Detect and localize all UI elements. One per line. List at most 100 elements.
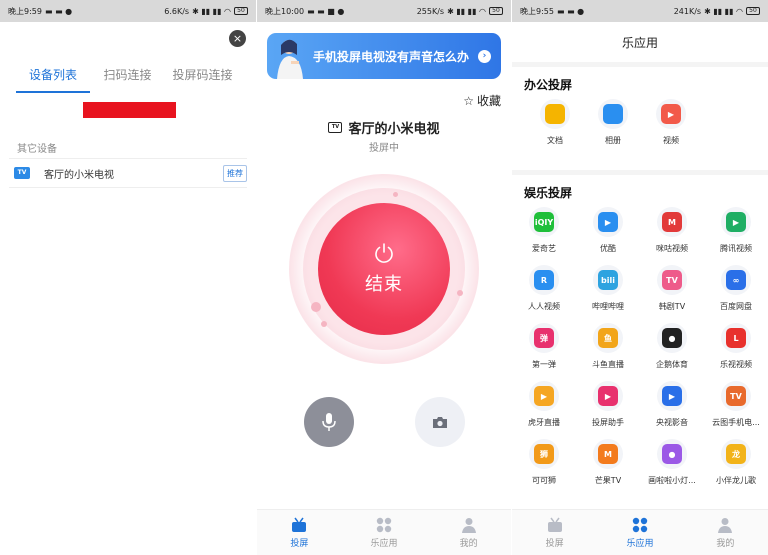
app-icon: L: [721, 323, 751, 353]
app-label: 云图手机电...: [712, 418, 760, 427]
app-icon: ▶: [656, 99, 686, 129]
app-icon: 龙: [721, 439, 751, 469]
app-tile[interactable]: 狮可可狮: [512, 439, 576, 486]
entertainment-section: 娱乐投屏 iQIY 爱奇艺 ▶ 优酷 M 咪咕视频 ▶ 腾讯视频 R 人人视频 bili 哔哩哔哩 TV…: [512, 175, 768, 520]
apps-grid-icon: [376, 517, 392, 532]
end-label: 结束: [365, 274, 403, 295]
app-logo-icon: ●: [662, 328, 682, 348]
app-logo-icon: TV: [726, 386, 746, 406]
app-tile[interactable]: ● 企鹅体育: [640, 323, 704, 370]
app-tile[interactable]: R 人人视频: [512, 265, 576, 312]
app-tile[interactable]: ▶ 虎牙直播: [512, 381, 576, 428]
battery-icon: 50: [234, 7, 248, 15]
app-tile[interactable]: M 咪咕视频: [640, 207, 704, 254]
star-icon: ☆: [463, 93, 474, 108]
app-logo-icon: M: [598, 444, 618, 464]
app-logo-icon: L: [726, 328, 746, 348]
app-label: 央视影音: [656, 418, 688, 427]
app-label: 企鹅体育: [656, 360, 688, 369]
app-logo-icon: ▶: [661, 104, 681, 124]
app-logo-icon: ▶: [598, 386, 618, 406]
other-devices-label: 其它设备: [17, 144, 57, 155]
microphone-icon: [322, 413, 336, 431]
nav-label: 我的: [459, 538, 478, 549]
app-tile[interactable]: bili 哔哩哔哩: [576, 265, 640, 312]
tab-code-connect[interactable]: 投屏码连接: [165, 66, 240, 93]
status-time: 晚上10:00: [265, 6, 305, 16]
entertainment-section-title: 娱乐投屏: [524, 186, 573, 200]
app-tile[interactable]: iQIY 爱奇艺: [512, 207, 576, 254]
app-label: 百度网盘: [720, 302, 752, 311]
cast-status: 投屏中: [369, 143, 399, 154]
app-tile[interactable]: L 乐视视频: [704, 323, 768, 370]
nav-item-cast[interactable]: 投屏: [512, 510, 597, 555]
app-logo-icon: R: [534, 270, 554, 290]
app-tile[interactable]: M 芒果TV: [576, 439, 640, 486]
app-logo-icon: 鱼: [598, 328, 618, 348]
camera-icon: [433, 416, 447, 428]
app-tile[interactable]: TV 韩剧TV: [640, 265, 704, 312]
connection-tabs: 设备列表 扫码连接 投屏码连接: [16, 66, 246, 93]
app-tile[interactable]: 龙小伴龙儿歌: [704, 439, 768, 486]
nav-item-me[interactable]: 我的: [683, 510, 768, 555]
app-icon: ●: [657, 323, 687, 353]
app-logo-icon: 弹: [534, 328, 554, 348]
app-logo-icon: ▶: [534, 386, 554, 406]
tab-scan-connect[interactable]: 扫码连接: [90, 66, 165, 93]
recommend-badge[interactable]: 推荐: [223, 164, 247, 182]
app-tile[interactable]: ▶ 腾讯视频: [704, 207, 768, 254]
app-tile[interactable]: 弹第一弹: [512, 323, 576, 370]
app-icon: R: [529, 265, 559, 295]
app-label: 可可狮: [532, 476, 556, 485]
app-icon: iQIY: [529, 207, 559, 237]
app-logo-icon: ●: [662, 444, 682, 464]
device-list-screen: 晚上9:59 ▬ ▬ ● 6.6K/s ✱ ▮▮ ▮▮ ◠ 50 × 设备列表 扫码连…: [0, 0, 256, 555]
app-label: 视频: [663, 136, 679, 145]
help-banner[interactable]: 手机投屏电视没有声音怎么办 ›: [267, 33, 501, 79]
cast-icon: [292, 517, 307, 532]
microphone-button[interactable]: [304, 397, 354, 447]
app-tile[interactable]: TV 云图手机电...: [704, 381, 768, 428]
app-icon: [598, 99, 628, 129]
app-label: 咪咕视频: [656, 244, 688, 253]
tab-device-list[interactable]: 设备列表: [16, 66, 90, 93]
app-label: 爱奇艺: [532, 244, 556, 253]
device-name: 客厅的小米电视: [348, 122, 440, 137]
bottom-navigation: 投屏 乐应用 我的: [512, 509, 768, 555]
app-tile[interactable]: ● 画啦啦小灯...: [640, 439, 704, 486]
app-logo-icon: 龙: [726, 444, 746, 464]
nav-item-cast[interactable]: 投屏: [257, 510, 342, 555]
app-tile[interactable]: ∞ 百度网盘: [704, 265, 768, 312]
app-tile[interactable]: 鱼斗鱼直播: [576, 323, 640, 370]
woman-illustration-icon: [277, 39, 303, 79]
end-cast-button[interactable]: 结束: [318, 203, 450, 335]
nav-item-apps[interactable]: 乐应用: [597, 510, 682, 555]
device-list-item[interactable]: TV 客厅的小米电视 推荐: [9, 158, 247, 188]
app-tile[interactable]: 文档: [526, 99, 584, 146]
favorite-button[interactable]: ☆ 收藏: [463, 92, 501, 109]
app-icon: TV: [721, 381, 751, 411]
office-apps: 文档 相册 ▶ 视频: [512, 99, 768, 146]
screenshot-button[interactable]: [415, 397, 465, 447]
nav-item-apps[interactable]: 乐应用: [342, 510, 427, 555]
status-bar: 晚上9:59 ▬ ▬ ● 6.6K/s ✱ ▮▮ ▮▮ ◠ 50: [0, 0, 256, 22]
nav-item-me[interactable]: 我的: [426, 510, 511, 555]
network-speed: 241K/s: [673, 6, 702, 16]
app-label: 优酷: [600, 244, 616, 253]
app-tile[interactable]: 相册: [584, 99, 642, 146]
power-icon: [375, 243, 393, 263]
app-label: 小伴龙儿歌: [716, 476, 756, 485]
app-label: 投屏助手: [592, 418, 624, 427]
signal-icons: ✱ ▮▮ ▮▮ ◠: [704, 6, 743, 16]
app-icon: ∞: [721, 265, 751, 295]
close-button[interactable]: ×: [229, 30, 246, 47]
app-logo-icon: ▶: [726, 212, 746, 232]
battery-icon: 50: [489, 7, 503, 15]
app-tile[interactable]: ▶ 优酷: [576, 207, 640, 254]
nav-label: 乐应用: [626, 538, 654, 549]
app-tile[interactable]: ▶ 央视影音: [640, 381, 704, 428]
app-label: 画啦啦小灯...: [648, 476, 696, 485]
app-tile[interactable]: ▶ 视频: [642, 99, 700, 146]
app-tile[interactable]: ▶ 投屏助手: [576, 381, 640, 428]
page-title: 乐应用: [512, 22, 768, 62]
